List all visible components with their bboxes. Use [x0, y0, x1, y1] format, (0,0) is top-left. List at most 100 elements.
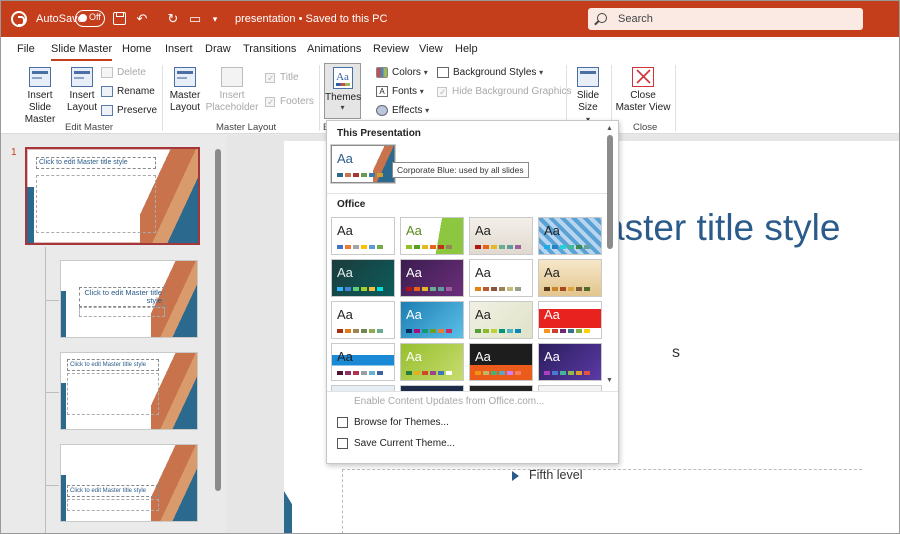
rename-button[interactable]: Rename [101, 85, 155, 99]
theme-tile-organic[interactable]: Aa [331, 259, 395, 297]
theme-tile-wisp[interactable]: Aa [331, 301, 395, 339]
tab-slide-master[interactable]: Slide Master [51, 43, 113, 62]
thumbnail-slide-master[interactable]: Click to edit Master title style [25, 147, 200, 245]
hide-background-graphics-checkbox[interactable]: Hide Background Graphics [437, 85, 572, 99]
insert-layout-icon [71, 67, 93, 87]
theme-tile-retrospect[interactable]: Aa [469, 259, 533, 297]
save-current-theme-label: Save Current Theme... [354, 438, 455, 449]
thumbnail-layout[interactable]: Click to edit Master title style [60, 260, 198, 338]
themes-button[interactable]: Aa Themes ▾ [324, 63, 361, 119]
effects-button[interactable]: Effects ▾ [376, 104, 429, 118]
tab-transitions[interactable]: Transitions [243, 43, 296, 55]
thumbnail-layout[interactable]: Click to edit Master title style [60, 444, 198, 522]
theme-tile-integral[interactable]: Aa [469, 217, 533, 255]
master-layout-group-label: Master Layout [216, 122, 277, 133]
tab-insert[interactable]: Insert [165, 43, 193, 55]
gallery-scroll-thumb[interactable] [607, 135, 613, 249]
theme-tile-sample: Aa [337, 307, 353, 322]
thumbnail-layout[interactable]: Click to edit Master title style [60, 352, 198, 430]
background-styles-button[interactable]: Background Styles ▾ [437, 66, 543, 80]
fonts-button[interactable]: A Fonts ▾ [376, 85, 424, 99]
tab-view[interactable]: View [419, 43, 443, 55]
save-current-theme-item[interactable]: Save Current Theme... [337, 437, 455, 451]
close-master-view-button[interactable]: Close Master View [615, 67, 671, 114]
theme-tile-badge[interactable]: Aa [538, 301, 602, 339]
autosave-toggle[interactable]: Off [75, 10, 105, 27]
insert-slide-master-icon [29, 67, 51, 87]
theme-tile-ion-boardroom[interactable]: Aa [538, 217, 602, 255]
themes-icon: Aa [332, 67, 353, 89]
fonts-label: Fonts [392, 86, 418, 97]
theme-tile-ion[interactable]: Aa [400, 259, 464, 297]
theme-tile-office[interactable]: Aa [331, 217, 395, 255]
insert-placeholder-label: Insert Placeholder [205, 90, 259, 113]
theme-tile-slice[interactable]: Aa [400, 301, 464, 339]
theme-tile-gallery[interactable]: Aa [400, 343, 464, 381]
undo-icon[interactable]: ↶ [134, 11, 150, 27]
theme-tile-sample: Aa [544, 349, 560, 364]
theme-tile-sample: Aa [406, 349, 422, 364]
tab-home[interactable]: Home [122, 43, 151, 55]
preserve-button[interactable]: Preserve [101, 104, 157, 118]
theme-tile-vapor-trail[interactable]: Aa [469, 301, 533, 339]
search-placeholder: Search [618, 13, 653, 25]
layout-connector [45, 485, 59, 486]
present-from-beginning-icon[interactable]: ▭ [187, 11, 203, 27]
ribbon-separator [319, 65, 320, 131]
theme-tile-savon[interactable]: Aa [538, 259, 602, 297]
slide-body-text[interactable]: s [672, 344, 680, 362]
scroll-down-icon[interactable]: ▼ [606, 377, 613, 384]
save-icon[interactable] [113, 12, 126, 25]
edit-master-group-label: Edit Master [65, 122, 114, 133]
scroll-up-icon[interactable]: ▲ [606, 125, 613, 132]
title-check [265, 71, 275, 85]
tab-review[interactable]: Review [373, 43, 409, 55]
fifth-level-bullet[interactable]: Fifth level [512, 468, 583, 482]
thumbnail-body-placeholder [67, 373, 159, 415]
footers-checkbox[interactable]: Footers [265, 95, 314, 109]
redo-icon[interactable]: ↻ [165, 11, 181, 27]
theme-tile-corporate-blue[interactable]: Aa [331, 145, 395, 183]
insert-placeholder-button[interactable]: Insert Placeholder [203, 67, 261, 114]
close-master-view-label: Close Master View [615, 90, 671, 113]
slide-size-button[interactable]: Slide Size ▾ [571, 67, 605, 126]
tab-file[interactable]: File [17, 43, 35, 55]
tab-animations[interactable]: Animations [307, 43, 361, 55]
colors-icon [376, 67, 388, 78]
tab-draw[interactable]: Draw [205, 43, 231, 55]
title-checkbox[interactable]: Title [265, 71, 299, 85]
theme-tile-berlin[interactable]: Aa [469, 343, 533, 381]
theme-tooltip: Corporate Blue: used by all slides [392, 162, 529, 178]
layout-connector [45, 392, 59, 393]
theme-tile-celestial[interactable]: Aa [538, 343, 602, 381]
master-layout-button[interactable]: Master Layout [167, 67, 203, 114]
search-box[interactable]: Search [588, 8, 863, 30]
slide-size-icon [577, 67, 599, 87]
thumbnail-body-placeholder [36, 175, 156, 233]
chevron-down-icon: ▾ [340, 103, 345, 112]
theme-tile-dividend[interactable]: Aa [331, 343, 395, 381]
effects-icon [376, 105, 388, 116]
thumbnail-body-placeholder [79, 307, 165, 317]
browse-for-themes-item[interactable]: Browse for Themes... [337, 416, 449, 430]
gallery-divider [327, 193, 607, 194]
delete-icon [101, 67, 113, 78]
theme-tile-sample: Aa [475, 265, 491, 280]
layout-connector [45, 300, 59, 301]
delete-button[interactable]: Delete [101, 66, 146, 80]
insert-layout-button[interactable]: Insert Layout [65, 67, 99, 114]
customize-toolbar-icon[interactable]: ▾ [207, 11, 223, 27]
slide-title-placeholder[interactable]: aster title style [604, 207, 840, 249]
close-icon [632, 67, 654, 87]
ribbon-separator [675, 65, 676, 131]
gallery-scrollbar[interactable]: ▲ ▼ [606, 125, 614, 389]
thumbnails-scrollbar[interactable] [215, 149, 221, 491]
slide-size-label: Slide Size [576, 90, 600, 113]
autosave-state: Off [89, 12, 101, 22]
colors-button[interactable]: Colors ▾ [376, 66, 428, 80]
powerpoint-logo-icon [11, 11, 27, 27]
theme-tile-facet[interactable]: Aa [400, 217, 464, 255]
tab-help[interactable]: Help [455, 43, 478, 55]
browse-for-themes-label: Browse for Themes... [354, 417, 449, 428]
insert-slide-master-button[interactable]: Insert Slide Master [15, 67, 65, 126]
